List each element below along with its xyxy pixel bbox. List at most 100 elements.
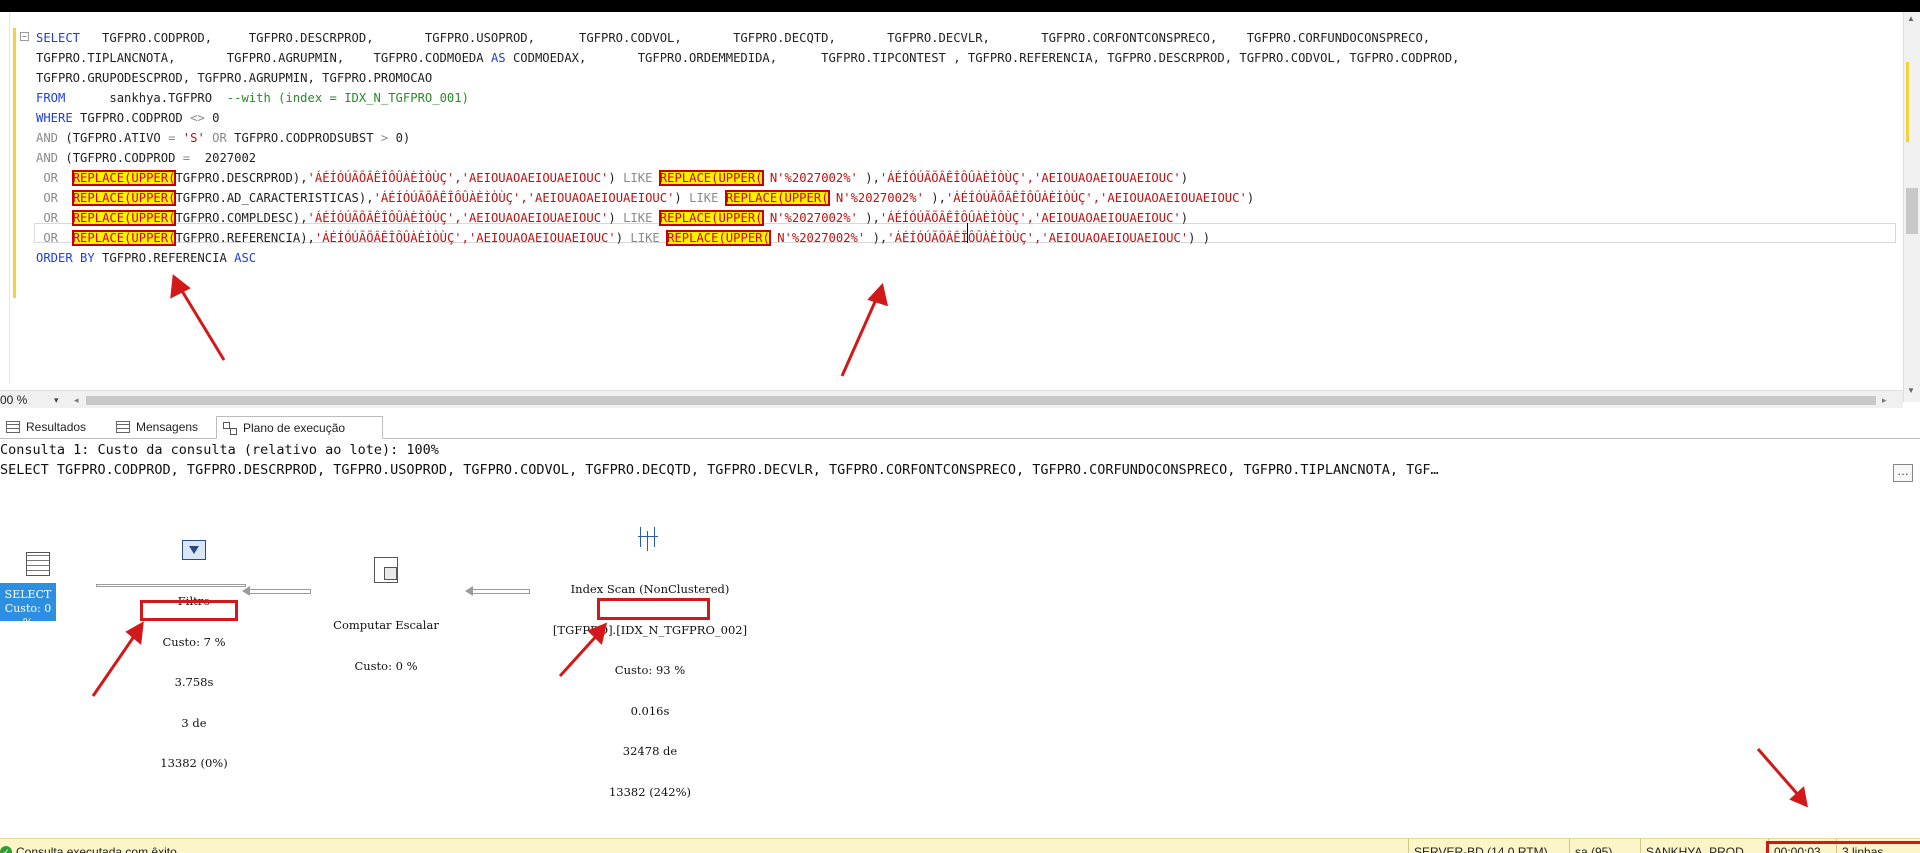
sql-token: ): [674, 191, 690, 205]
sql-token: TGFPRO.AD_CARACTERISTICAS),: [175, 191, 374, 205]
sql-operator: LIKE: [623, 211, 653, 225]
sql-token: TGFPRO.CODPROD, TGFPRO.DESCRPROD, TGFPRO…: [80, 31, 1431, 45]
sql-text[interactable]: SELECT TGFPRO.CODPROD, TGFPRO.DESCRPROD,…: [36, 28, 1460, 268]
messages-icon: [116, 421, 130, 433]
grid-icon: [6, 421, 20, 433]
sql-token: TGFPRO.REFERENCIA),: [175, 231, 315, 245]
sql-token: ),: [857, 171, 880, 185]
sql-token: (TGFPRO.CODPROD: [58, 151, 183, 165]
sql-line[interactable]: AND (TGFPRO.ATIVO = 'S' OR TGFPRO.CODPRO…: [36, 128, 1460, 148]
editor-vertical-scrollbar[interactable]: ▲ ▼: [1903, 12, 1920, 402]
dropdown-arrow-icon[interactable]: ▾: [54, 391, 59, 409]
compute-node-label[interactable]: Computar Escalar Custo: 0 %: [316, 592, 456, 700]
sql-token: TGFPRO.COMPLDESC),: [175, 211, 308, 225]
sql-token: ),: [865, 231, 888, 245]
sql-line[interactable]: SELECT TGFPRO.CODPROD, TGFPRO.DESCRPROD,…: [36, 28, 1460, 48]
vertical-scroll-thumb[interactable]: [1906, 188, 1918, 234]
zoom-level[interactable]: 00 %: [0, 391, 27, 409]
sql-line[interactable]: OR REPLACE(UPPER(TGFPRO.REFERENCIA),'ÁÉÍ…: [36, 228, 1460, 248]
sql-operator: AND: [36, 131, 59, 145]
flow-arrowhead: [465, 586, 473, 596]
sql-line[interactable]: OR REPLACE(UPPER(TGFPRO.AD_CARACTERISTIC…: [36, 188, 1460, 208]
tab-plano-de-execucao[interactable]: Plano de execução: [216, 416, 383, 439]
annotation-box-scan-time: [597, 598, 710, 620]
sql-string-literal: 'ÁÉÍÓÚÃÕÂÊÎÔÛÀÈÌÒÙÇ','AEIOUAOAEIOUAEIOUC…: [373, 191, 675, 205]
filter-node-rows: 3 de: [181, 715, 207, 730]
sql-token: ),: [857, 211, 880, 225]
zoom-and-hscroll-bar: 00 % ▾ ◂ ▸: [0, 390, 1903, 408]
index-scan-icon[interactable]: [636, 524, 662, 550]
sql-keyword: ASC: [234, 251, 257, 265]
tab-label: Resultados: [26, 420, 87, 434]
sql-token: (TGFPRO.ATIVO: [58, 131, 169, 145]
status-message: Consulta executada com êxito.: [16, 845, 181, 853]
annotation-box-elapsed: [1766, 841, 1920, 853]
sql-token: ) ): [1188, 231, 1211, 245]
flow-arrow-scan-to-compute: [472, 589, 530, 594]
sql-token: TGFPRO.CODPROD: [72, 111, 191, 125]
expand-query-button[interactable]: …: [1893, 464, 1913, 482]
sql-comment: --with (index = IDX_N_TGFPRO_001): [226, 91, 469, 105]
sql-token: ): [1180, 211, 1189, 225]
tab-label: Mensagens: [136, 420, 199, 434]
sql-line[interactable]: FROM sankhya.TGFPRO --with (index = IDX_…: [36, 88, 1460, 108]
sql-keyword: ORDER BY: [36, 251, 95, 265]
scan-node-time: 0.016s: [630, 703, 670, 718]
select-node-cost: Custo: 0 %: [4, 602, 52, 629]
status-bar: ✓ Consulta executada com êxito. SERVER-B…: [0, 838, 1920, 853]
status-database: SANKHYA_PROD: [1640, 839, 1749, 853]
sql-operator: OR: [212, 131, 227, 145]
tab-resultados[interactable]: Resultados: [0, 416, 110, 439]
sql-token: TGFPRO.GRUPODESCPROD, TGFPRO.AGRUPMIN, T…: [36, 71, 433, 85]
select-node-name: SELECT: [4, 588, 52, 601]
sql-line[interactable]: ORDER BY TGFPRO.REFERENCIA ASC: [36, 248, 1460, 268]
sql-line[interactable]: WHERE TGFPRO.CODPROD <> 0: [36, 108, 1460, 128]
sql-query-editor[interactable]: − SELECT TGFPRO.CODPROD, TGFPRO.DESCRPRO…: [0, 12, 1920, 384]
sql-operator: LIKE: [623, 171, 653, 185]
annotation-box-filter-time: [140, 600, 238, 621]
sql-line[interactable]: TGFPRO.TIPLANCNOTA, TGFPRO.AGRUPMIN, TGF…: [36, 48, 1460, 68]
sql-line[interactable]: OR REPLACE(UPPER(TGFPRO.DESCRPROD),'ÁÉÍÓ…: [36, 168, 1460, 188]
select-node-badge[interactable]: SELECT Custo: 0 %: [0, 583, 56, 629]
query-cost-line: Consulta 1: Custo da consulta (relativo …: [0, 442, 439, 458]
execution-plan-icon: [223, 422, 237, 435]
sql-token: TGFPRO.DESCRPROD),: [175, 171, 308, 185]
compute-scalar-icon[interactable]: [374, 557, 398, 583]
scroll-right-arrow-icon[interactable]: ▸: [1882, 391, 1887, 409]
sql-highlighted-function: REPLACE(UPPER(: [658, 170, 764, 186]
filter-node-rows-total: 13382 (0%): [160, 756, 228, 770]
scroll-left-arrow-icon[interactable]: ◂: [74, 391, 79, 409]
sql-keyword: WHERE: [36, 111, 73, 125]
sql-token: 0): [388, 131, 411, 145]
index-scan-node-label[interactable]: Index Scan (NonClustered) [TGFPRO].[IDX_…: [530, 556, 770, 826]
horizontal-scroll-thumb[interactable]: [86, 396, 1876, 405]
sql-string-literal: 'ÁÉÍÓÚÃÕÂÊÎÔÛÀÈÌÒÙÇ','AEIOUAOAEIOUAEIOUC…: [307, 171, 609, 185]
scan-node-object: [TGFPRO].[IDX_N_TGFPRO_002]: [552, 622, 748, 637]
sql-line[interactable]: TGFPRO.GRUPODESCPROD, TGFPRO.AGRUPMIN, T…: [36, 68, 1460, 88]
sql-string-literal: 'ÁÉÍÓÚÃÕÂÊÎÔÛÀÈÌÒÙÇ','AEIOUAOAEIOUAEIOUC…: [307, 211, 609, 225]
flow-arrowhead: [242, 586, 250, 596]
filter-icon[interactable]: [182, 540, 206, 560]
editor-margin: [0, 12, 10, 384]
scroll-up-arrow-icon[interactable]: ▲: [1907, 14, 1915, 23]
sql-line[interactable]: AND (TGFPRO.CODPROD = 2027002: [36, 148, 1460, 168]
sql-line[interactable]: OR REPLACE(UPPER(TGFPRO.COMPLDESC),'ÁÉÍÓ…: [36, 208, 1460, 228]
select-operator-icon[interactable]: [26, 552, 50, 576]
tab-mensagens[interactable]: Mensagens: [110, 416, 215, 439]
change-tracking-bar: [13, 28, 16, 298]
sql-highlighted-function: REPLACE(UPPER(: [71, 190, 177, 206]
sql-token: sankhya.TGFPRO: [65, 91, 227, 105]
sql-operator: <>: [190, 111, 205, 125]
ssms-window: − SELECT TGFPRO.CODPROD, TGFPRO.DESCRPRO…: [0, 12, 1920, 853]
scan-node-rows: 32478 de: [622, 744, 678, 758]
compute-node-name: Computar Escalar: [333, 618, 439, 632]
scroll-down-arrow-icon[interactable]: ▼: [1907, 386, 1915, 395]
sql-token: 0: [204, 111, 220, 125]
collapse-region-icon[interactable]: −: [20, 32, 29, 41]
